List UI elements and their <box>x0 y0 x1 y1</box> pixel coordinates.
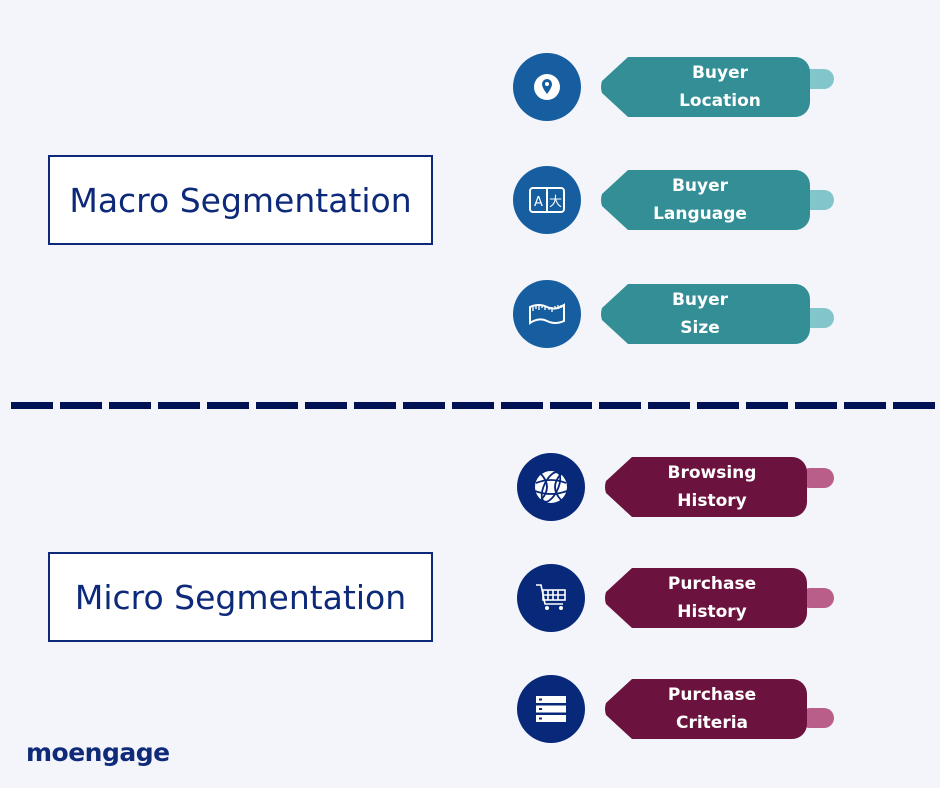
tag-buyer-size: Buyer Size <box>600 284 840 344</box>
section-divider <box>11 402 936 409</box>
list-icon <box>517 675 585 743</box>
micro-segmentation-title: Micro Segmentation <box>74 577 407 617</box>
macro-segmentation-title: Macro Segmentation <box>69 180 412 220</box>
tag-purchase-criteria: Purchase Criteria <box>604 679 844 739</box>
tag-purchase-history: Purchase History <box>604 568 844 628</box>
globe-icon <box>517 453 585 521</box>
svg-text:A: A <box>534 195 543 210</box>
translate-icon: A大 <box>513 166 581 234</box>
tag-browsing-history: Browsing History <box>604 457 844 517</box>
tag-buyer-location: Buyer Location <box>600 57 840 117</box>
svg-text:大: 大 <box>549 195 562 210</box>
macro-segmentation-box: Macro Segmentation <box>48 155 433 245</box>
measuring-tape-icon <box>513 280 581 348</box>
moengage-logo: moengage <box>26 738 170 767</box>
micro-segmentation-box: Micro Segmentation <box>48 552 433 642</box>
shopping-cart-icon <box>517 564 585 632</box>
tag-buyer-language: Buyer Language <box>600 170 840 230</box>
location-pin-icon <box>513 53 581 121</box>
